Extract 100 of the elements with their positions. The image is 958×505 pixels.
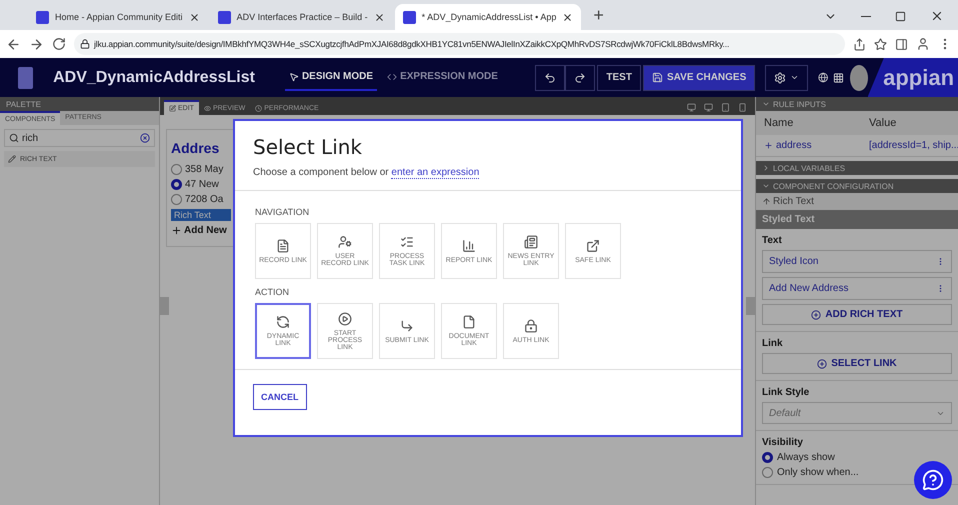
close-icon	[188, 12, 200, 22]
avatar	[850, 64, 868, 90]
link-style-dropdown[interactable]: Default	[762, 402, 952, 424]
cancel-button[interactable]: CANCEL	[253, 384, 306, 410]
browser-tab[interactable]: * ADV_DynamicAddressList • App	[394, 4, 582, 30]
refresh-icon	[276, 315, 290, 329]
eye-icon	[204, 105, 211, 112]
address-bar[interactable]: jlku.appian.community/suite/design/IMBkhfYMQ3WH4e_sSCXugtzcjfhAdPmXJAI68d8gdkXHB1YC81vn5ENWAJIelInXZaikkCXpQMhRvDS7SRcdwjWk70FiCklL8BdwsMRky...	[74, 33, 845, 55]
panel-header[interactable]: RULE INPUTS	[756, 97, 958, 111]
star-icon	[874, 38, 887, 50]
save-icon	[652, 72, 663, 83]
field-label: Text	[762, 235, 783, 246]
browser-tab[interactable]: Home - Appian Community Editi	[28, 4, 208, 30]
logo: appian	[868, 58, 958, 97]
plus-icon	[811, 310, 822, 320]
cursor-icon	[288, 72, 299, 82]
radio-button[interactable]	[171, 194, 182, 205]
text-item[interactable]: Styled Icon	[762, 250, 952, 273]
arrow-icon	[400, 318, 414, 332]
collapse-handle[interactable]	[746, 297, 755, 315]
clock-icon	[255, 105, 262, 112]
section-title: NAVIGATION	[255, 207, 310, 217]
text-item[interactable]: Add New Address	[762, 277, 952, 300]
caret-icon	[762, 100, 770, 108]
radio-button[interactable]	[171, 179, 182, 190]
globe-search-icon	[818, 70, 828, 85]
radio-option[interactable]: 47 New	[171, 179, 236, 190]
monitor-icon	[687, 103, 696, 112]
lock-icon	[524, 318, 538, 332]
column-header: Name	[764, 117, 794, 129]
newspaper-icon	[524, 235, 538, 249]
radio-option[interactable]: 7208 Oa	[171, 194, 236, 205]
redo-button[interactable]	[565, 64, 596, 90]
expand-icon	[764, 141, 773, 150]
reload-icon	[52, 37, 66, 51]
column-header: Value	[869, 117, 898, 129]
breadcrumb[interactable]: Rich Text	[756, 193, 958, 210]
lock-icon	[80, 39, 90, 49]
bar-chart-icon	[462, 238, 476, 252]
section-heading: Addres	[171, 140, 220, 156]
clear-icon	[140, 133, 150, 143]
caret-icon	[790, 73, 799, 82]
section-title: ACTION	[255, 287, 290, 297]
table-cell: [addressId=1, ship...	[869, 140, 958, 151]
maximize-icon	[895, 10, 906, 22]
favicon-icon	[218, 10, 231, 24]
search-field[interactable]: rich	[4, 129, 155, 147]
forward-icon	[29, 36, 44, 52]
settings-button[interactable]	[764, 64, 808, 90]
close-icon	[374, 12, 385, 22]
plus-icon	[817, 358, 828, 368]
radio-option[interactable]: Always show	[762, 452, 952, 463]
browser-tab[interactable]: ADV Interfaces Practice – Build -	[210, 4, 393, 30]
radio-option[interactable]: 358 May	[171, 164, 236, 175]
expression-link[interactable]: enter an expression	[391, 167, 480, 179]
favicon-icon	[36, 10, 49, 24]
document-icon	[462, 315, 476, 329]
radio-button[interactable]	[762, 467, 773, 478]
arrow-up-icon	[762, 197, 771, 206]
plus-icon	[171, 225, 182, 236]
table-cell[interactable]: address	[764, 140, 869, 151]
collapse-handle[interactable]	[160, 297, 169, 315]
favicon-icon	[402, 10, 416, 24]
checklist-icon	[400, 235, 414, 249]
component-tag: Rich Text	[171, 209, 231, 221]
radio-button[interactable]	[762, 452, 773, 463]
field-label: Visibility	[762, 437, 804, 448]
test-button[interactable]: TEST	[597, 64, 641, 90]
close-icon	[930, 9, 944, 23]
panel-header[interactable]: LOCAL VARIABLES	[756, 161, 958, 175]
share-icon	[853, 38, 866, 50]
save-button[interactable]: SAVE CHANGES	[643, 64, 756, 90]
search-icon	[9, 133, 19, 143]
component-header: Styled Text	[756, 210, 958, 229]
text-style-icon	[8, 155, 16, 163]
caret-icon	[762, 182, 770, 190]
side-panel-icon	[895, 38, 908, 50]
dialog-intro: Choose a component below or enter an expression	[253, 167, 480, 178]
mode-tab[interactable]: DESIGN MODE	[284, 64, 378, 90]
new-tab-button[interactable]: +	[583, 5, 614, 30]
app-title: ADV_DynamicAddressList	[53, 68, 255, 86]
mode-tab[interactable]: EXPRESSION MODE	[383, 64, 502, 90]
add-rich-text-button[interactable]: ADD RICH TEXT	[762, 304, 952, 325]
edit-icon	[169, 105, 176, 112]
undo-button[interactable]	[535, 64, 566, 90]
panel-header[interactable]: COMPONENT CONFIGURATION	[756, 179, 958, 193]
select-link-button[interactable]: SELECT LINK	[762, 353, 952, 374]
record-list-icon	[276, 238, 290, 252]
radio-button[interactable]	[171, 164, 182, 175]
profile-icon	[916, 37, 930, 51]
add-link[interactable]: Add New	[171, 225, 236, 236]
help-icon	[922, 469, 944, 491]
phone-icon	[738, 103, 747, 112]
field-label: Link	[762, 338, 784, 349]
code-icon	[387, 72, 398, 82]
play-icon	[338, 312, 352, 326]
caret-icon	[762, 164, 770, 172]
back-icon	[6, 36, 21, 52]
panel-header: PALETTE	[0, 97, 159, 111]
close-icon	[562, 12, 574, 22]
